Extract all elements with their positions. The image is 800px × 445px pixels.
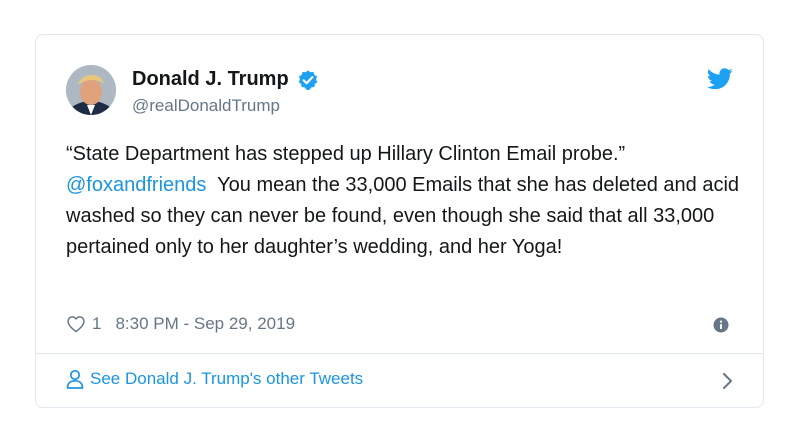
author-name-row: Donald J. Trump [132,68,319,91]
tweet-text: “State Department has stepped up Hillary… [66,139,746,263]
heart-icon[interactable] [66,314,86,334]
avatar-image [66,65,116,115]
author-name[interactable]: Donald J. Trump [132,68,289,91]
footer-divider [36,353,763,354]
twitter-bird-icon[interactable] [707,68,733,90]
mention-link[interactable]: @foxandfriends [66,174,206,196]
like-count[interactable]: 1 [92,314,101,334]
verified-badge-icon [298,69,317,90]
embedded-tweet-card: Donald J. Trump @realDonaldTrump “State … [35,34,764,408]
author-avatar[interactable] [66,65,116,115]
see-other-tweets-label[interactable]: See Donald J. Trump's other Tweets [90,369,363,389]
info-icon[interactable] [713,317,729,333]
author-handle[interactable]: @realDonaldTrump [132,96,280,116]
see-other-tweets-link[interactable]: See Donald J. Trump's other Tweets [66,369,363,389]
tweet-quote: “State Department has stepped up Hillary… [66,143,626,165]
tweet-meta-row: 1 8:30 PM - Sep 29, 2019 [66,314,295,334]
tweet-timestamp[interactable]: 8:30 PM - Sep 29, 2019 [115,314,295,334]
person-icon [66,369,84,389]
chevron-right-icon[interactable] [721,372,733,390]
